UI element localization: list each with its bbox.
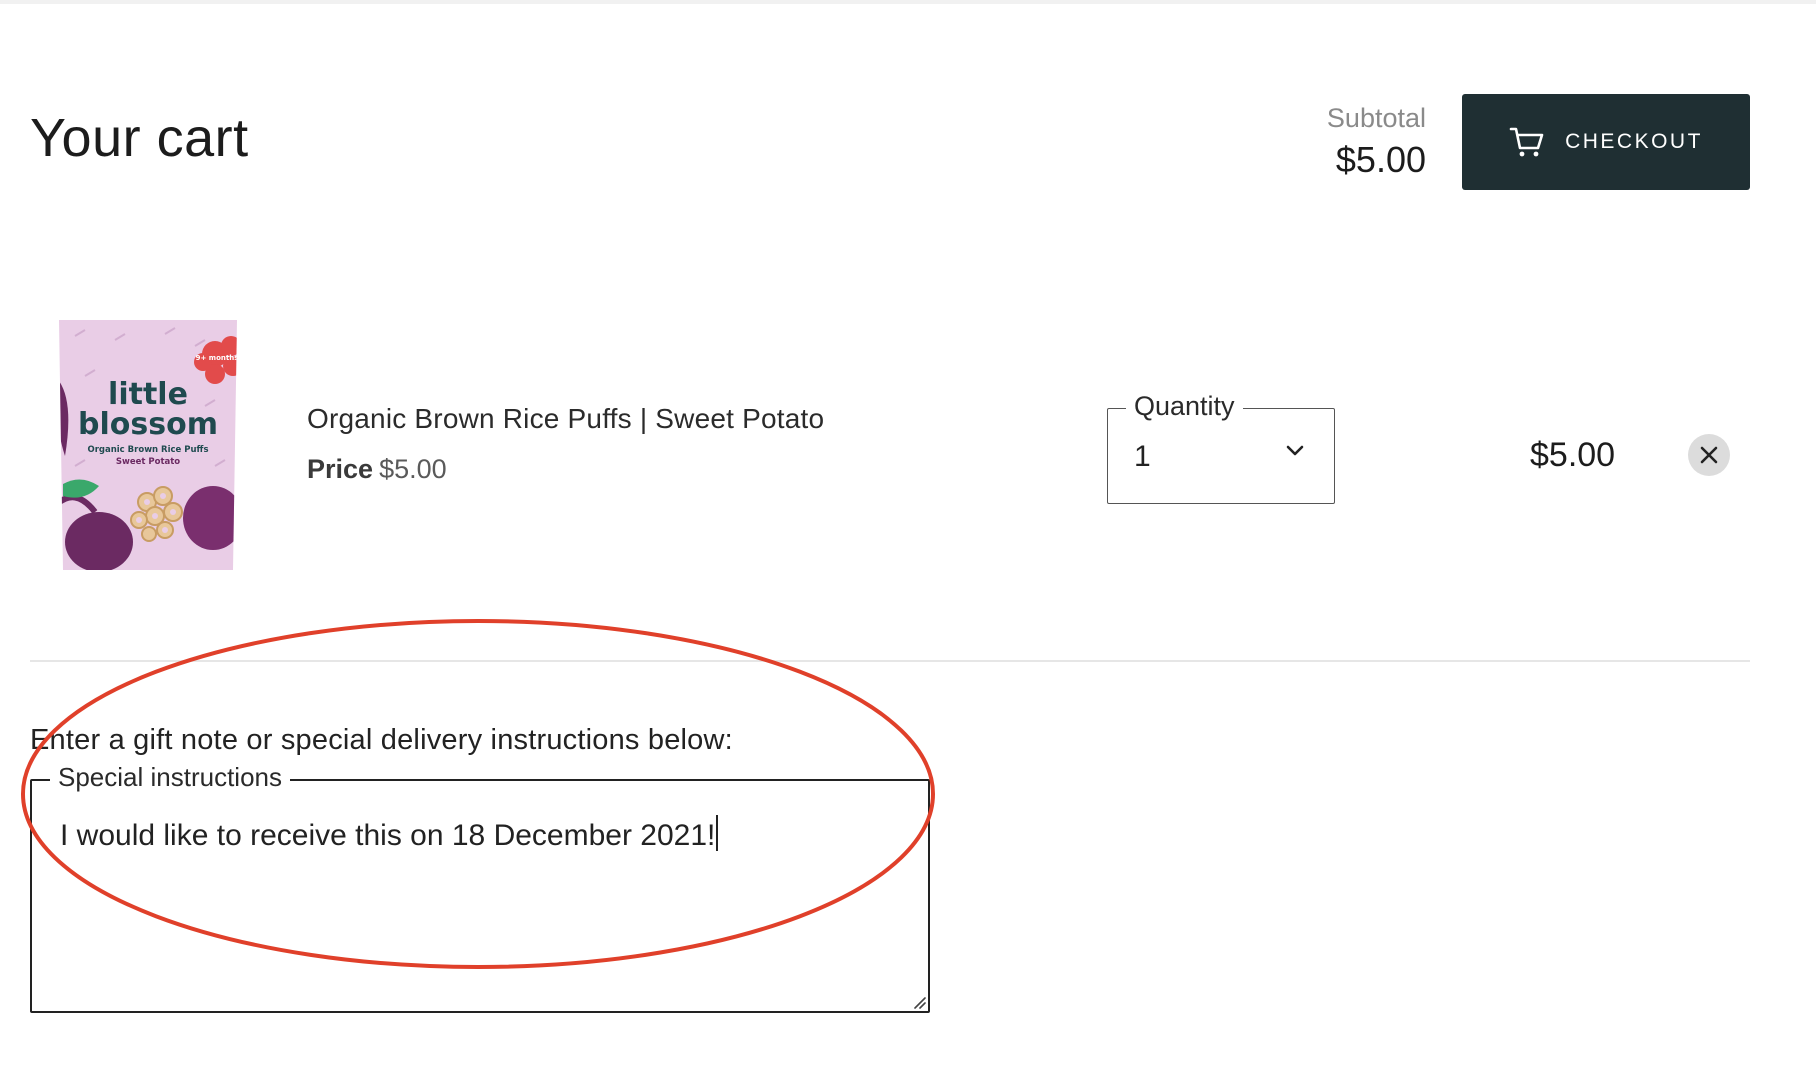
remove-item-button[interactable] [1688, 434, 1730, 476]
product-image[interactable]: little blossom Organic Brown Rice Puffs … [55, 316, 241, 574]
divider [30, 660, 1750, 662]
special-instructions-value: I would like to receive this on 18 Decem… [60, 819, 716, 852]
quantity-select[interactable]: Quantity 1 [1107, 389, 1335, 504]
cart-icon [1509, 126, 1545, 158]
product-name[interactable]: Organic Brown Rice Puffs | Sweet Potato [307, 402, 824, 436]
cart-page: Your cart Subtotal $5.00 CHECKOUT little… [0, 0, 1816, 1070]
subtotal-label: Subtotal [1326, 103, 1426, 133]
page-title: Your cart [30, 108, 249, 168]
line-total: $5.00 [1530, 436, 1616, 474]
package-product-line1: Organic Brown Rice Puffs [87, 445, 208, 455]
quantity-label: Quantity [1126, 389, 1243, 423]
subtotal-block: Subtotal $5.00 [1327, 101, 1426, 183]
price-label: Price [307, 454, 374, 484]
chevron-down-icon [1286, 445, 1304, 457]
checkout-button[interactable]: CHECKOUT [1462, 94, 1750, 190]
checkout-label: CHECKOUT [1565, 130, 1703, 153]
notes-prompt: Enter a gift note or special delivery in… [30, 724, 733, 756]
text-caret [716, 815, 719, 851]
special-instructions-text: I would like to receive this on 18 Decem… [60, 815, 719, 855]
top-border [0, 0, 1816, 4]
package-product-line2: Sweet Potato [116, 457, 180, 467]
price-value: $5.00 [379, 454, 447, 484]
close-icon [1699, 445, 1719, 465]
package-age-badge: 9+ months [196, 354, 239, 362]
special-instructions-textarea[interactable]: Special instructions I would like to rec… [30, 760, 930, 1013]
quantity-value: 1 [1134, 440, 1151, 473]
resize-handle-icon[interactable] [910, 993, 926, 1009]
special-instructions-label: Special instructions [50, 760, 290, 794]
subtotal-value: $5.00 [1335, 139, 1426, 180]
product-price: Price $5.00 [307, 452, 447, 486]
package-brand-line2: blossom [78, 407, 218, 442]
